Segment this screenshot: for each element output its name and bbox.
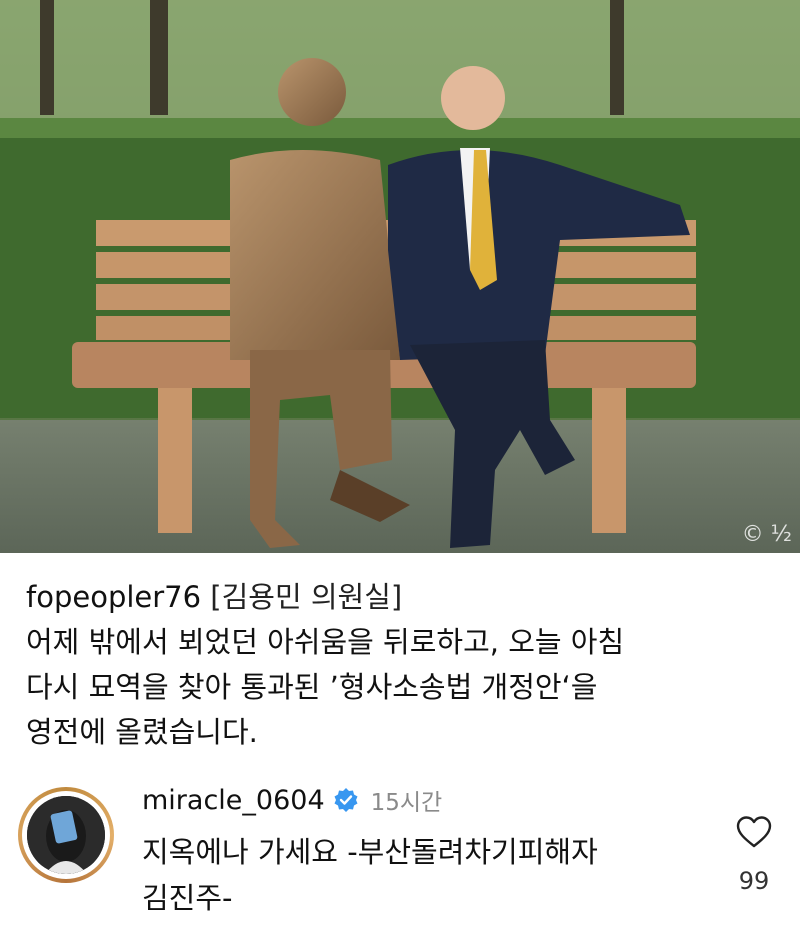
comment-item: miracle_0604 15시간 지옥에나 가세요 -부산돌려차기피해자 김진… xyxy=(0,777,800,947)
post-caption: fopeopler76 [김용민 의원실] 어제 밖에서 뵈었던 아쉬움을 뒤로… xyxy=(0,553,800,755)
avatar[interactable] xyxy=(18,787,114,883)
caption-username[interactable]: fopeopler76 xyxy=(26,580,201,614)
caption-line-1: 어제 밖에서 뵈었던 아쉬움을 뒤로하고, 오늘 아침 xyxy=(26,625,625,659)
comment-header: miracle_0604 15시간 xyxy=(142,783,442,817)
caption-line-2: 다시 묘역을 찾아 통과된 ’형사소송법 개정안‘을 xyxy=(26,670,598,704)
avatar-ring-gap xyxy=(22,791,110,879)
like-control: 99 xyxy=(732,815,776,895)
comment-line-1: 지옥에나 가세요 -부산돌려차기피해자 xyxy=(142,835,598,869)
comment-line-2: 김진주- xyxy=(142,881,233,915)
verified-badge-icon xyxy=(334,788,358,812)
comment-time: 15시간 xyxy=(370,790,443,816)
heart-icon[interactable] xyxy=(735,815,773,849)
avatar-image xyxy=(27,796,105,874)
like-count: 99 xyxy=(738,867,770,895)
caption-line-3: 영전에 올렸습니다. xyxy=(26,715,258,749)
caption-tag: [김용민 의원실] xyxy=(210,580,403,614)
photo-watermark: © ½ xyxy=(741,522,792,547)
post-photo[interactable]: © ½ xyxy=(0,0,800,553)
statue-bench-photo xyxy=(0,0,800,553)
comment-username[interactable]: miracle_0604 xyxy=(142,785,325,816)
caption-header: fopeopler76 [김용민 의원실] xyxy=(26,575,774,620)
comment-text: 지옥에나 가세요 -부산돌려차기피해자 김진주- xyxy=(142,829,598,921)
